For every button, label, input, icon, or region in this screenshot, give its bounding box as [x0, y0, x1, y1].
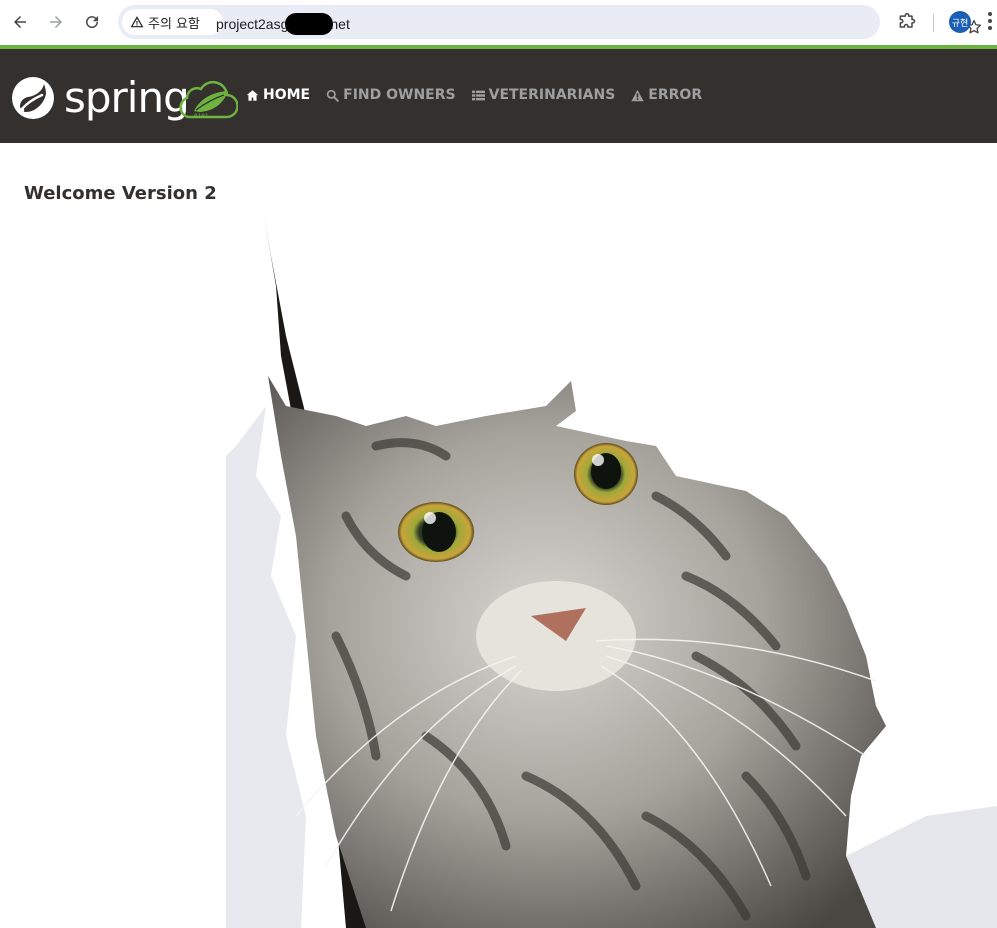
- nav-error-label: ERROR: [648, 87, 703, 103]
- spring-logo[interactable]: spring 0101: [8, 71, 240, 125]
- svg-text:0101: 0101: [194, 113, 209, 120]
- extensions-button[interactable]: [893, 8, 921, 36]
- address-bar[interactable]: 주의 요함 project2asg net: [118, 5, 982, 39]
- nav-find-owners[interactable]: FIND OWNERS: [326, 87, 456, 103]
- top-navbar: spring 0101 HOME FIND OWNERS VETERINARIA…: [0, 49, 997, 143]
- browser-toolbar: 주의 요함 project2asg net 규현: [0, 0, 997, 45]
- page-title: Welcome Version 2: [24, 183, 217, 204]
- reload-icon: [86, 16, 99, 29]
- url-text[interactable]: project2asg net: [216, 13, 350, 35]
- cloud-leaf-icon: 0101: [179, 80, 238, 120]
- warning-triangle-icon: [130, 16, 144, 28]
- security-chip[interactable]: 주의 요함: [122, 9, 223, 35]
- brand-wordmark: spring: [64, 73, 190, 122]
- warning-icon: [631, 89, 644, 101]
- url-suffix: net: [330, 16, 350, 32]
- nav-veterinarians[interactable]: VETERINARIANS: [471, 87, 616, 103]
- nav-veterinarians-label: VETERINARIANS: [488, 87, 616, 103]
- list-icon: [471, 90, 485, 100]
- nav-find-owners-label: FIND OWNERS: [343, 87, 456, 103]
- home-icon: [246, 89, 259, 101]
- reload-button[interactable]: [78, 8, 106, 36]
- nav-error[interactable]: ERROR: [631, 87, 702, 103]
- back-button[interactable]: [6, 8, 34, 36]
- search-icon: [326, 89, 339, 102]
- nav-home-label: HOME: [263, 87, 311, 103]
- nav-home[interactable]: HOME: [246, 87, 310, 103]
- url-redaction: [285, 13, 334, 35]
- toolbar-divider: [933, 14, 934, 32]
- profile-avatar[interactable]: 규현: [949, 11, 971, 33]
- main-nav: HOME FIND OWNERS VETERINARIANS ERROR: [246, 87, 702, 103]
- arrow-right-icon: [50, 16, 62, 28]
- spring-leaf-icon: [12, 77, 54, 119]
- security-label: 주의 요함: [148, 16, 200, 32]
- arrow-left-icon: [14, 16, 26, 28]
- puzzle-icon: [899, 12, 916, 28]
- cat-hero-image: [226, 216, 997, 928]
- browser-menu-button[interactable]: [986, 10, 997, 34]
- url-prefix: project2asg: [216, 16, 289, 32]
- forward-button[interactable]: [42, 8, 70, 36]
